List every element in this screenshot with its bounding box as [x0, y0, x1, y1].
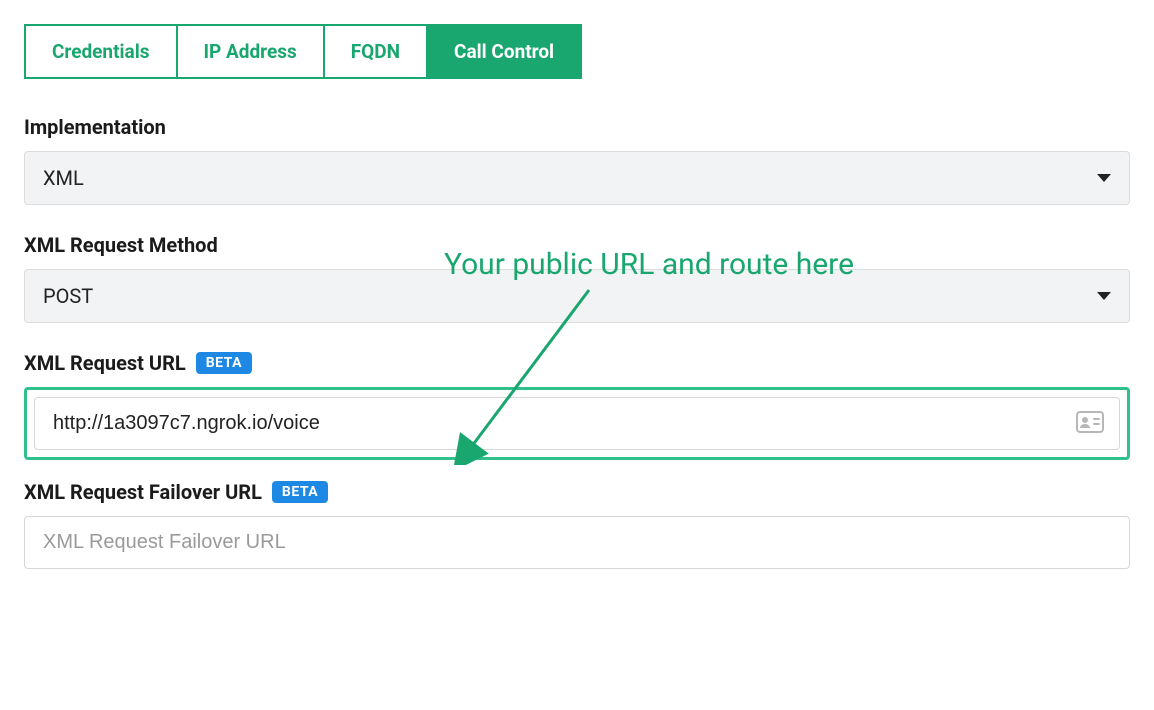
tab-fqdn[interactable]: FQDN	[325, 24, 428, 79]
beta-badge: BETA	[196, 352, 252, 374]
implementation-select[interactable]: XML	[24, 151, 1130, 205]
tab-call-control[interactable]: Call Control	[428, 24, 582, 79]
failover-url-label-row: XML Request Failover URL BETA	[24, 480, 1130, 504]
tab-bar: Credentials IP Address FQDN Call Control	[24, 24, 1130, 79]
implementation-label: Implementation	[24, 115, 1130, 139]
method-value: POST	[43, 284, 93, 308]
request-url-label-row: XML Request URL BETA	[24, 351, 1130, 375]
annotation-text: Your public URL and route here	[444, 247, 854, 282]
chevron-down-icon	[1097, 292, 1111, 300]
failover-url-label: XML Request Failover URL	[24, 480, 262, 504]
request-url-highlight	[24, 387, 1130, 460]
tab-ip-address[interactable]: IP Address	[178, 24, 325, 79]
tab-credentials[interactable]: Credentials	[24, 24, 178, 79]
request-url-label: XML Request URL	[24, 351, 186, 375]
form-area: Implementation XML XML Request Method PO…	[24, 115, 1130, 569]
request-url-input[interactable]	[34, 397, 1120, 450]
failover-url-input[interactable]	[24, 516, 1130, 569]
chevron-down-icon	[1097, 174, 1111, 182]
implementation-value: XML	[43, 166, 84, 190]
beta-badge: BETA	[272, 481, 328, 503]
